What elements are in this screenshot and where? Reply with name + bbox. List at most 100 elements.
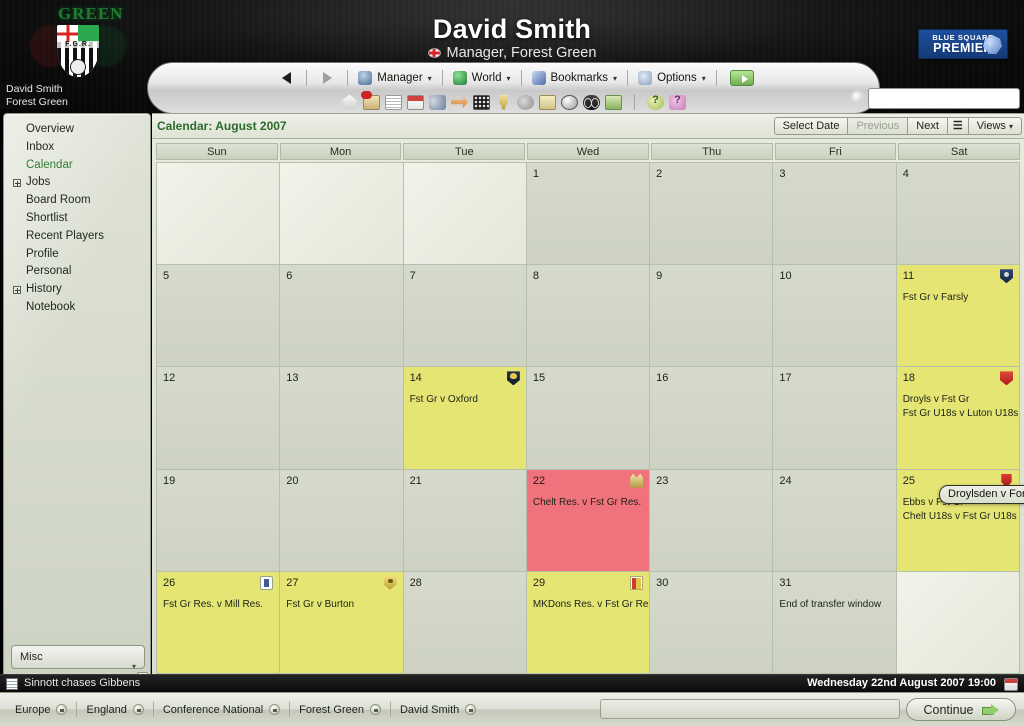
squad-icon[interactable] [429,94,446,110]
training-icon[interactable] [517,94,534,110]
calendar-day-cell[interactable]: 29 MKDons Res. v Fst Gr Res. [526,571,650,673]
calendar-event[interactable]: MKDons Res. v Fst Gr Res. [533,598,649,611]
list-view-icon[interactable]: ☰ [947,117,969,135]
calendar-day-cell[interactable]: 7 [403,265,526,367]
search-input[interactable] [868,88,1020,109]
sidebar-item-board-room[interactable]: Board Room [4,192,150,210]
calendar-event[interactable]: Chelt U18s v Fst Gr U18s [903,510,1017,523]
chevron-down-icon[interactable] [56,704,68,715]
sidebar-item-history[interactable]: History [4,281,150,299]
sidebar-item-personal[interactable]: Personal [4,263,150,281]
calendar-day-cell[interactable]: 6 [280,265,403,367]
calendar-day-cell[interactable]: 23 [650,469,773,571]
calendar-day-cell[interactable]: 3 [773,163,896,265]
menu-options[interactable]: Options ▾ [635,71,709,85]
expand-icon[interactable] [13,179,21,188]
calendar-event[interactable]: Droyls v Fst Gr [903,393,1013,406]
calendar-day-cell[interactable]: 24 [773,469,896,571]
help-icon[interactable] [647,94,664,110]
tactics-icon[interactable] [473,94,490,110]
news-headline[interactable]: Sinnott chases Gibbens [24,677,140,689]
calendar-day-cell[interactable]: 4 [896,163,1019,265]
calendar-day-cell[interactable]: 30 [650,571,773,673]
fixtures-icon[interactable] [561,94,578,110]
chevron-down-icon[interactable] [369,704,381,715]
sidebar-item-inbox[interactable]: Inbox [4,139,150,157]
news-icon[interactable] [385,94,402,110]
sidebar-item-overview[interactable]: Overview [4,121,150,139]
calendar-day-cell[interactable]: 11 Fst Gr v Farsly [896,265,1019,367]
calendar-day-cell[interactable]: 1 [526,163,650,265]
calendar-day-cell[interactable]: 2 [650,163,773,265]
continue-button[interactable]: Continue [906,698,1016,721]
day-number: 26 [163,576,176,589]
calendar-day-cell[interactable]: 26 Fst Gr Res. v Mill Res. [157,571,280,673]
chevron-down-icon[interactable] [269,704,281,715]
calendar-icon[interactable] [407,94,424,110]
expand-icon[interactable] [13,286,21,295]
breadcrumb-label: Europe [15,703,51,716]
calendar-day-cell[interactable]: 12 [157,367,280,469]
sidebar-item-notebook[interactable]: Notebook [4,299,150,317]
sidebar-item-profile[interactable]: Profile [4,246,150,264]
calendar-day-cell[interactable]: 13 [280,367,403,469]
day-header-sat: Sat [898,143,1021,160]
calendar-day-cell[interactable]: 15 [526,367,650,469]
calendar-event[interactable]: Fst Gr v Farsly [903,291,1013,304]
calendar-day-cell[interactable]: 9 [650,265,773,367]
select-date-button[interactable]: Select Date [773,117,849,135]
back-button[interactable] [273,67,299,89]
calendar-event[interactable]: Fst Gr v Oxford [410,393,520,406]
sidebar-item-recent-players[interactable]: Recent Players [4,228,150,246]
sidebar: Overview Inbox Calendar Jobs Board Room Short… [3,113,151,688]
calendar-day-cell[interactable]: 28 [403,571,526,673]
misc-dropdown[interactable]: Misc ▾ [11,645,145,671]
calendar-day-cell[interactable]: 19 [157,469,280,571]
forward-button[interactable] [314,67,340,89]
calendar-icon[interactable] [1004,678,1018,691]
calendar-day-cell[interactable]: 10 [773,265,896,367]
menu-world[interactable]: World ▾ [450,71,514,85]
calendar-day-cell[interactable]: 20 [280,469,403,571]
calendar-day-cell[interactable]: 5 [157,265,280,367]
calendar-day-cell[interactable]: 14 Fst Gr v Oxford [403,367,526,469]
calendar-day-cell[interactable]: 31 End of transfer window [773,571,896,673]
transfers-icon[interactable] [451,96,468,108]
breadcrumb-item-conference-national[interactable]: Conference National [154,700,289,719]
calendar-event[interactable]: End of transfer window [779,598,889,611]
breadcrumb-item-david-smith[interactable]: David Smith [391,700,485,719]
home-icon[interactable] [341,94,358,110]
sidebar-item-calendar[interactable]: Calendar [4,157,150,175]
sidebar-item-jobs[interactable]: Jobs [4,174,150,192]
calendar-day-cell[interactable]: 18 Droyls v Fst Gr Fst Gr U18s v Luton U18… [896,367,1019,469]
calendar-event[interactable]: Fst Gr Res. v Mill Res. [163,598,273,611]
chevron-down-icon: ▾ [613,73,618,83]
inbox-icon[interactable] [361,90,380,110]
calendar-day-cell[interactable]: 27 Fst Gr v Burton [280,571,403,673]
calendar-day-cell[interactable]: 17 [773,367,896,469]
views-dropdown[interactable]: Views ▾ [968,117,1022,135]
breadcrumb-item-europe[interactable]: Europe [6,700,76,719]
breadcrumb-item-forest-green[interactable]: Forest Green [290,700,390,719]
calendar-day-cell[interactable]: 22 Chelt Res. v Fst Gr Res. [526,469,650,571]
calendar-day-cell[interactable]: 16 [650,367,773,469]
chevron-down-icon[interactable] [465,704,477,715]
calendar-day-cell[interactable]: 21 [403,469,526,571]
breadcrumb-item-england[interactable]: England [77,700,152,719]
hints-icon[interactable] [669,94,686,110]
calendar-event[interactable]: Chelt Res. v Fst Gr Res. [533,496,643,509]
menu-bookmarks[interactable]: Bookmarks ▾ [529,71,621,85]
day-number: 31 [779,576,792,589]
next-button[interactable]: Next [908,117,948,135]
sidebar-item-shortlist[interactable]: Shortlist [4,210,150,228]
board-icon[interactable] [539,94,556,110]
calendar-day-cell[interactable]: 8 [526,265,650,367]
competitions-icon[interactable] [499,94,508,110]
scouting-icon[interactable] [583,94,600,110]
chevron-down-icon[interactable] [132,704,144,715]
green-arrow-icon[interactable] [729,70,754,86]
calendar-event[interactable]: Fst Gr U18s v Luton U18s [903,407,1019,420]
calendar-event[interactable]: Fst Gr v Burton [286,598,396,611]
menu-manager[interactable]: Manager ▾ [355,71,434,85]
finances-icon[interactable] [605,94,622,110]
